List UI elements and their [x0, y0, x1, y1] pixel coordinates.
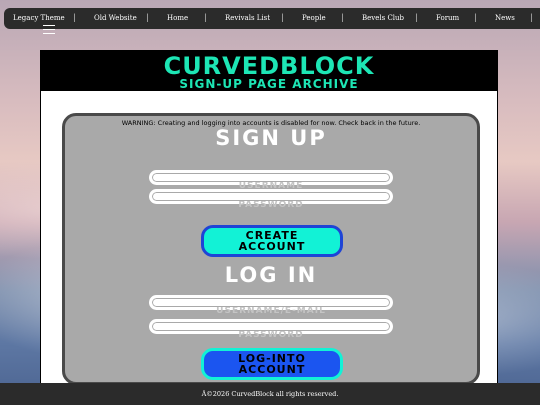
- nav-item-news[interactable]: News: [495, 14, 515, 22]
- nav-item-legacy-theme[interactable]: Legacy Theme: [13, 14, 65, 22]
- banner: CURVEDBLOCK SIGN-UP PAGE ARCHIVE: [41, 51, 497, 91]
- nav-separator: |: [474, 13, 477, 22]
- login-password-input[interactable]: [152, 330, 390, 340]
- top-nav-bar: Legacy Theme | Old Website | Home | Revi…: [4, 8, 540, 29]
- nav-item-revivals-list[interactable]: Revivals List: [225, 14, 270, 22]
- nav-separator: |: [73, 13, 76, 22]
- login-username-field[interactable]: [149, 295, 393, 316]
- nav-separator: |: [415, 13, 418, 22]
- nav-item-people[interactable]: People: [302, 14, 326, 22]
- signup-password-input[interactable]: [152, 200, 390, 210]
- login-label-line2: ACCOUNT: [238, 363, 306, 376]
- nav-item-home[interactable]: Home: [167, 14, 188, 22]
- nav-separator: |: [204, 13, 207, 22]
- signup-heading: SIGN UP: [215, 126, 327, 150]
- footer: Â©2026 CurvedBlock all rights reserved.: [0, 383, 540, 405]
- signup-password-field[interactable]: [149, 189, 393, 210]
- create-account-label-line2: ACCOUNT: [238, 240, 306, 253]
- main-panel: CURVEDBLOCK SIGN-UP PAGE ARCHIVE WARNING…: [40, 50, 498, 390]
- nav-separator: |: [530, 13, 533, 22]
- nav-item-bevels-club[interactable]: Bevels Club: [362, 14, 404, 22]
- nav-item-forum[interactable]: Forum: [436, 14, 459, 22]
- nav-item-old-website[interactable]: Old Website: [94, 14, 137, 22]
- nav-separator: |: [281, 13, 284, 22]
- login-password-field[interactable]: [149, 319, 393, 340]
- login-username-input[interactable]: [152, 306, 390, 316]
- nav-separator: |: [341, 13, 344, 22]
- hamburger-menu-icon[interactable]: [43, 25, 55, 34]
- login-button[interactable]: LOG-INTO ACCOUNT: [201, 348, 343, 380]
- nav-separator: |: [146, 13, 149, 22]
- banner-title: CURVEDBLOCK: [163, 52, 375, 80]
- banner-subtitle: SIGN-UP PAGE ARCHIVE: [179, 77, 359, 91]
- create-account-button[interactable]: CREATE ACCOUNT: [201, 225, 343, 257]
- footer-copyright: Â©2026 CurvedBlock all rights reserved.: [201, 390, 339, 398]
- signup-username-field[interactable]: [149, 170, 393, 191]
- login-heading: LOG IN: [224, 263, 318, 287]
- auth-card: WARNING: Creating and logging into accou…: [62, 113, 480, 385]
